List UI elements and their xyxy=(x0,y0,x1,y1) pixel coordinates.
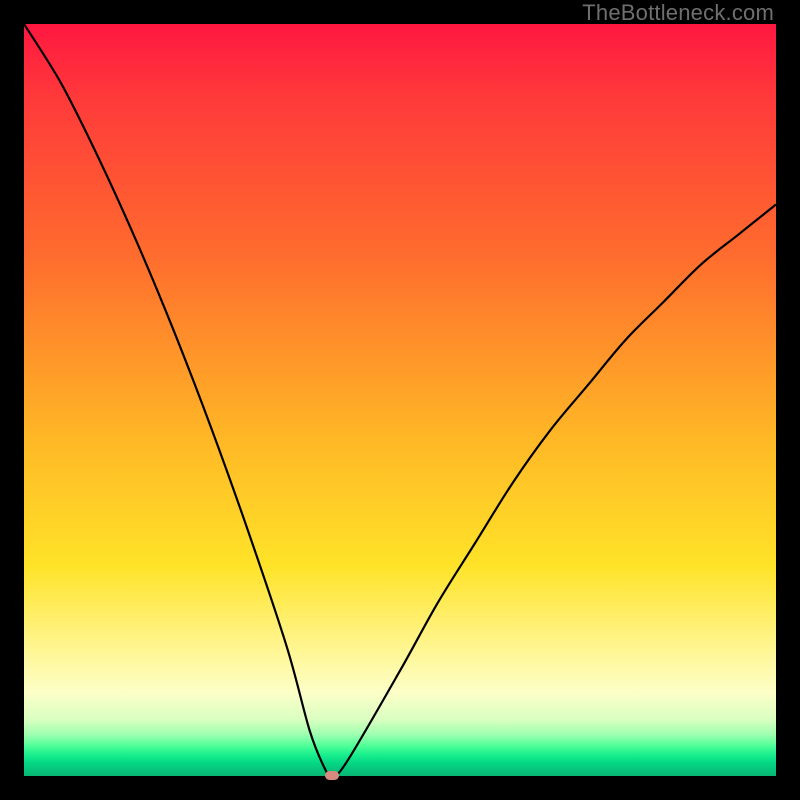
plot-area xyxy=(24,24,776,776)
watermark-text: TheBottleneck.com xyxy=(582,0,774,26)
minimum-marker xyxy=(325,771,339,780)
chart-frame: TheBottleneck.com xyxy=(0,0,800,800)
